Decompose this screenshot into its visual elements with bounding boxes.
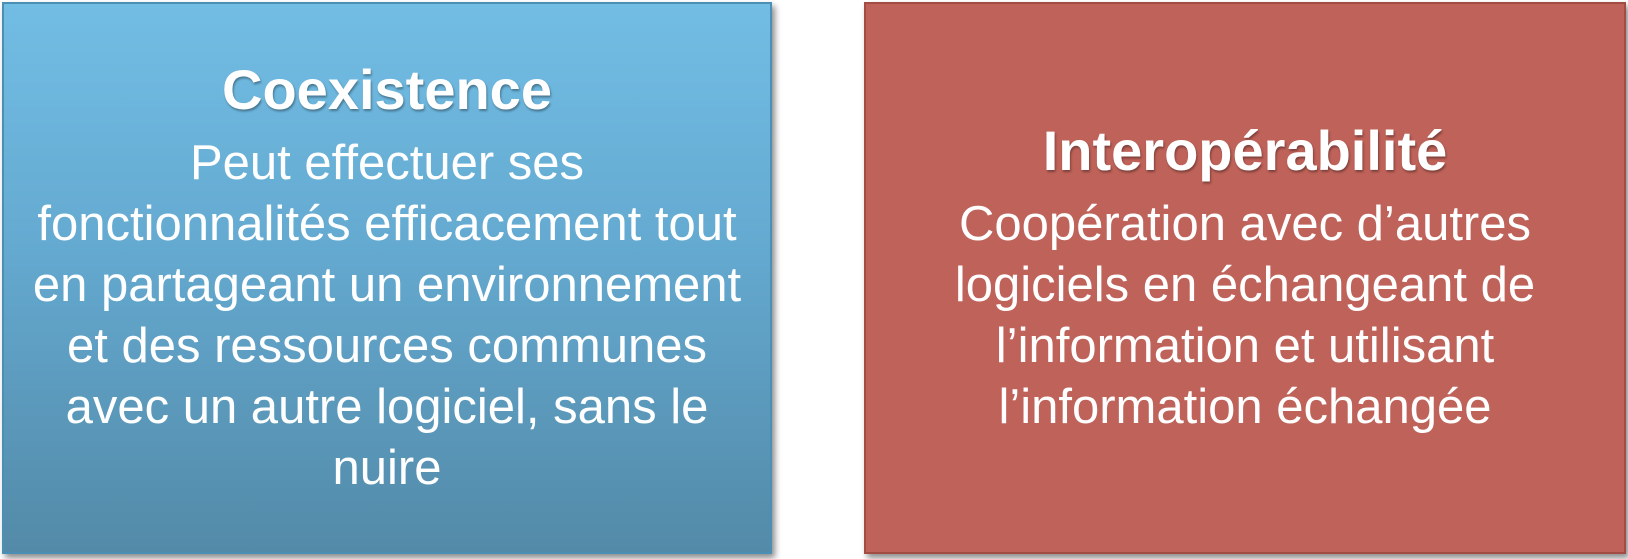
coexistence-box: Coexistence Peut effectuer ses fonctionn… [2,2,772,554]
coexistence-description: Peut effectuer ses fonctionnalités effic… [32,136,742,495]
interoperabilite-description: Coopération avec d’autres logiciels en é… [954,197,1536,434]
coexistence-title: Coexistence [222,58,552,121]
interoperabilite-box: Interopérabilité Coopération avec d’autr… [864,2,1626,554]
interoperabilite-title: Interopérabilité [1042,119,1448,182]
